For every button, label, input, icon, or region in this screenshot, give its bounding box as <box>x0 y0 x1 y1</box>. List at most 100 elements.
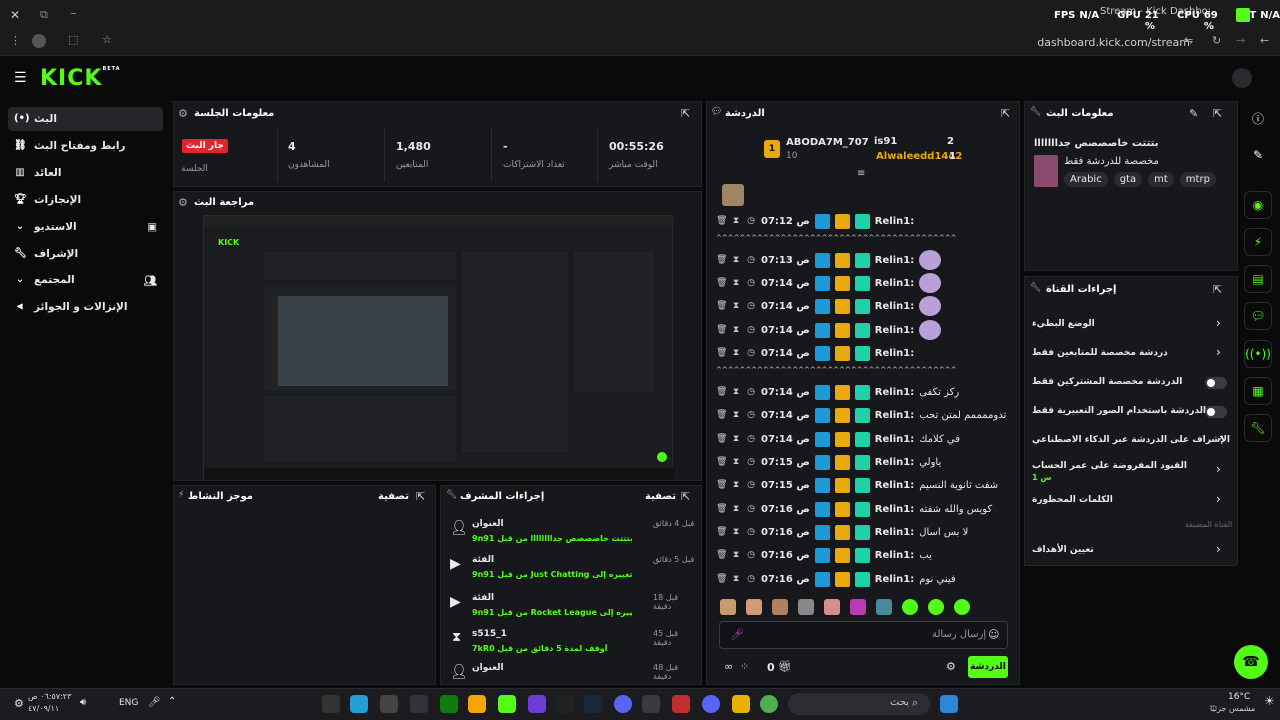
chat-username[interactable]: Relin1: <box>875 550 914 561</box>
chat-username[interactable]: Relin1: <box>875 301 914 312</box>
chat-username[interactable]: Relin1: <box>875 434 914 445</box>
weather-text[interactable]: مشمس جزئيًا <box>1210 704 1255 713</box>
timeout-icon[interactable]: ⧗ <box>731 255 741 265</box>
discord-icon[interactable] <box>702 695 720 713</box>
windows-start-icon[interactable] <box>940 695 958 713</box>
tag[interactable]: gta <box>1113 172 1143 187</box>
taskbar-time[interactable]: ٠٦:٥٧:٢٣ ص <box>28 692 71 701</box>
network-icon[interactable]: ⚙ <box>14 697 24 710</box>
weather-temp[interactable]: 16°C <box>1228 692 1250 702</box>
nav-item-stream[interactable]: (•) البث <box>8 107 163 131</box>
delete-icon[interactable]: 🗑︎ <box>716 301 727 311</box>
gift-icon[interactable]: 🎁︎ <box>778 660 792 673</box>
forward-icon[interactable]: → <box>1236 34 1245 47</box>
steam-icon[interactable] <box>584 695 602 713</box>
epic-icon[interactable] <box>556 695 574 713</box>
chat-username[interactable]: Relin1: <box>875 387 914 398</box>
chat-username[interactable]: Relin1: <box>875 348 914 359</box>
notes-icon[interactable]: ▤ <box>1244 265 1272 293</box>
emote-bar[interactable] <box>720 599 1010 617</box>
reload-icon[interactable]: ↻ <box>1212 34 1221 47</box>
taskbar-search[interactable]: بحث ⌕ <box>788 693 930 715</box>
timeout-icon[interactable]: ⧗ <box>731 387 741 397</box>
points-icon[interactable]: ⁘ <box>740 660 749 673</box>
site-settings-icon[interactable]: ⇋ <box>1184 34 1193 47</box>
timeout-icon[interactable]: ⧗ <box>731 574 741 584</box>
top-gifter-name[interactable]: ABODA7M_707 <box>786 137 869 148</box>
folder-icon[interactable] <box>732 695 750 713</box>
app-icon[interactable] <box>380 695 398 713</box>
stream-video[interactable]: KICK <box>203 215 674 480</box>
timeout-icon[interactable]: ⧗ <box>731 325 741 335</box>
chrome-icon[interactable] <box>642 695 660 713</box>
chat-username[interactable]: Relin1: <box>875 480 914 491</box>
menu-dots-icon[interactable]: ⋮ <box>10 34 21 47</box>
wrench-icon[interactable]: 🔧︎ <box>1244 414 1272 442</box>
kick-app-icon[interactable] <box>498 695 516 713</box>
volume-icon[interactable]: 🔊︎ <box>80 697 86 708</box>
support-icon[interactable]: ☎ <box>1234 645 1268 679</box>
timeout-icon[interactable]: ⧗ <box>731 480 741 490</box>
tag[interactable]: mt <box>1148 172 1174 187</box>
emote-only-toggle[interactable] <box>1205 406 1227 418</box>
chat-username[interactable]: Relin1: <box>875 527 914 538</box>
chevron-right-icon[interactable]: › <box>1216 542 1221 556</box>
chat-username[interactable]: Relin1: <box>875 255 914 266</box>
mic-icon[interactable]: 🎤︎ <box>730 628 744 641</box>
app-icon[interactable] <box>672 695 690 713</box>
edit-icon[interactable]: ✎ <box>1189 107 1198 120</box>
restore-icon[interactable]: ⧉ <box>40 8 48 22</box>
popout-icon[interactable]: ⇱ <box>1213 107 1222 120</box>
timeout-icon[interactable]: ⧗ <box>731 550 741 560</box>
chevron-right-icon[interactable]: › <box>1216 492 1221 506</box>
popout-icon[interactable]: ⇱ <box>681 107 690 120</box>
timeout-icon[interactable]: ⧗ <box>731 216 741 226</box>
chat-username[interactable]: Relin1: <box>875 410 914 421</box>
url-field[interactable]: dashboard.kick.com/stream <box>1037 36 1190 49</box>
popout-icon[interactable]: ⇱ <box>1001 107 1010 120</box>
followers-only-label[interactable]: دردشة مخصصة للمتابعين فقط <box>1032 348 1168 358</box>
modactions-filter[interactable]: تصفية <box>645 491 676 502</box>
user-avatar[interactable] <box>1232 68 1252 88</box>
hamburger-icon[interactable]: ☰ <box>14 70 27 86</box>
delete-icon[interactable]: 🗑︎ <box>716 278 727 288</box>
profile-icon[interactable] <box>32 34 46 48</box>
gear-icon[interactable]: ⚙ <box>178 107 188 120</box>
activity-filter[interactable]: تصفية <box>378 491 409 502</box>
tag[interactable]: Arabic <box>1064 172 1108 187</box>
language-indicator[interactable]: ENG <box>119 698 138 708</box>
app-icon[interactable] <box>322 695 340 713</box>
layout-icon[interactable]: ▦ <box>1244 377 1272 405</box>
chat-username[interactable]: Relin1: <box>875 325 914 336</box>
external-link-icon[interactable]: ↗ <box>1216 434 1224 445</box>
chrome-icon[interactable] <box>760 695 778 713</box>
delete-icon[interactable]: 🗑︎ <box>716 527 727 537</box>
back-icon[interactable]: ← <box>1260 34 1269 47</box>
slow-mode-label[interactable]: الوضع البطيء <box>1032 319 1095 329</box>
chevron-right-icon[interactable]: › <box>1216 316 1221 330</box>
close-icon[interactable]: ✕ <box>10 8 20 22</box>
broadcast-icon[interactable]: ((•)) <box>1244 340 1272 368</box>
chat-username[interactable]: Relin1: <box>875 574 914 585</box>
timeout-icon[interactable]: ⧗ <box>731 301 741 311</box>
nav-item-community[interactable]: ⌄ المجتمع 👥︎ <box>8 268 163 292</box>
bookmark-star-icon[interactable]: ☆ <box>102 33 112 46</box>
chat-username[interactable]: Relin1: <box>875 278 914 289</box>
delete-icon[interactable]: 🗑︎ <box>716 457 727 467</box>
delete-icon[interactable]: 🗑︎ <box>716 480 727 490</box>
chat-username[interactable]: Relin1: <box>875 504 914 515</box>
delete-icon[interactable]: 🗑︎ <box>716 387 727 397</box>
delete-icon[interactable]: 🗑︎ <box>716 574 727 584</box>
nav-item-achievements[interactable]: 🏆︎ الإنجازات <box>8 188 163 212</box>
popout-icon[interactable]: ⇱ <box>681 490 690 503</box>
emoji-icon[interactable]: ☺ <box>988 628 999 641</box>
chat-settings-icon[interactable]: ⚙ <box>946 660 956 673</box>
account-age-label[interactable]: القيود المفروضة على عمر الحساب <box>1032 461 1187 471</box>
delete-icon[interactable]: 🗑︎ <box>716 348 727 358</box>
app-icon[interactable] <box>528 695 546 713</box>
nav-item-stream-key[interactable]: ⛓ رابط ومفتاح البث <box>8 134 163 158</box>
xbox-icon[interactable] <box>440 695 458 713</box>
extensions-icon[interactable]: ⬚ <box>68 33 78 46</box>
delete-icon[interactable]: 🗑︎ <box>716 504 727 514</box>
chat-input[interactable]: 🎤︎ إرسال رسالة ☺ <box>719 621 1008 649</box>
